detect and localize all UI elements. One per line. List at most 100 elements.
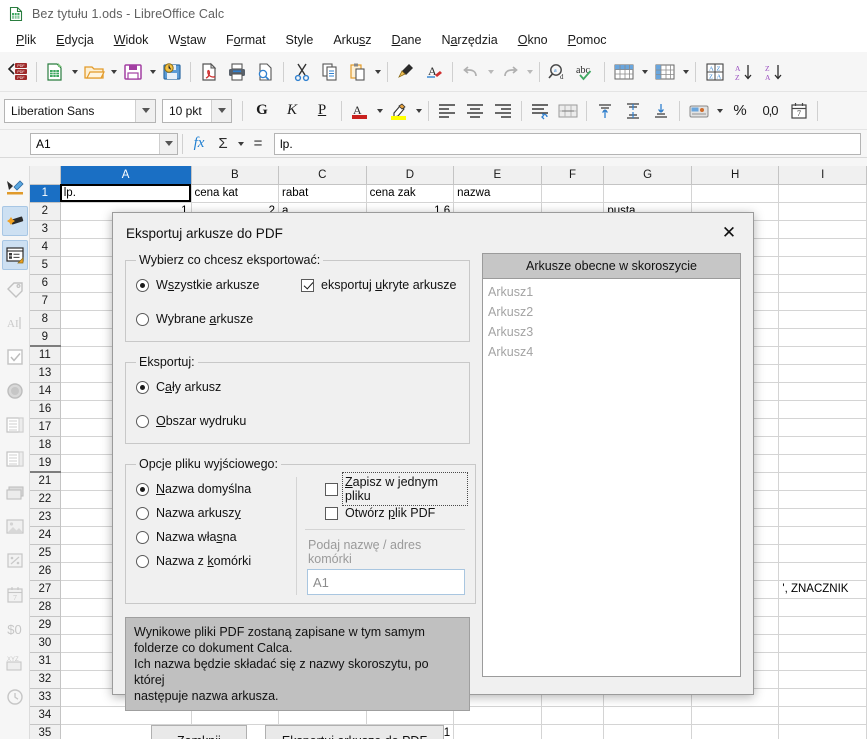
underline-button[interactable]: P: [307, 98, 337, 124]
row-header-17[interactable]: 17: [30, 418, 61, 437]
redo-dropdown[interactable]: [524, 58, 535, 86]
wrap-text-icon[interactable]: [526, 97, 554, 125]
column-header-f[interactable]: F: [541, 166, 605, 185]
cell-I17[interactable]: [778, 418, 867, 437]
row-header-26[interactable]: 26: [30, 562, 61, 581]
column-header-g[interactable]: G: [603, 166, 692, 185]
formatted-field-icon[interactable]: [2, 546, 28, 576]
font-size-dropdown-arrow[interactable]: [211, 99, 231, 122]
row-header-21[interactable]: 21: [30, 472, 61, 491]
menu-wstaw[interactable]: Wstaw: [158, 31, 216, 49]
cell-I14[interactable]: [778, 382, 867, 401]
equals-icon[interactable]: =: [246, 132, 270, 156]
column-header-b[interactable]: B: [191, 166, 280, 185]
paste-dropdown[interactable]: [372, 58, 383, 86]
column-header-h[interactable]: H: [691, 166, 780, 185]
sheet-list-item[interactable]: Arkusz3: [485, 322, 740, 342]
save-dropdown[interactable]: [147, 58, 158, 86]
image-button-icon[interactable]: [2, 512, 28, 542]
clone-formatting-icon[interactable]: [392, 58, 420, 86]
row-header-14[interactable]: 14: [30, 382, 61, 401]
checkbox-export-hidden-sheets[interactable]: eksportuj ukryte arkusze: [301, 273, 459, 297]
cell-I19[interactable]: [778, 454, 867, 473]
row-header-6[interactable]: 6: [30, 274, 61, 293]
close-icon[interactable]: ✕: [713, 219, 745, 247]
row-icon[interactable]: [609, 58, 639, 86]
column-header-c[interactable]: C: [278, 166, 367, 185]
row-header-31[interactable]: 31: [30, 652, 61, 671]
sort-icon[interactable]: A Z Z A: [700, 58, 730, 86]
date-format-icon[interactable]: 7: [785, 97, 813, 125]
cell-I2[interactable]: [778, 202, 867, 221]
select-all-corner[interactable]: [30, 166, 61, 185]
italic-button[interactable]: K: [277, 98, 307, 124]
cell-I26[interactable]: [778, 562, 867, 581]
cell-A1[interactable]: lp.: [60, 184, 192, 203]
row-header-16[interactable]: 16: [30, 400, 61, 419]
cell-I33[interactable]: [778, 688, 867, 707]
cell-I31[interactable]: [778, 652, 867, 671]
cell-I30[interactable]: [778, 634, 867, 653]
cell-I24[interactable]: [778, 526, 867, 545]
row-header-5[interactable]: 5: [30, 256, 61, 275]
column-dropdown[interactable]: [680, 58, 691, 86]
toggle-form-control-wizards-icon[interactable]: [1, 206, 28, 236]
label-field-icon[interactable]: [2, 274, 28, 304]
menu-widok[interactable]: Widok: [104, 31, 159, 49]
row-header-24[interactable]: 24: [30, 526, 61, 545]
column-header-a[interactable]: A: [60, 166, 192, 185]
font-size-combobox[interactable]: 10 pkt: [162, 98, 232, 123]
cell-E1[interactable]: nazwa: [453, 184, 542, 203]
highlight-color-icon[interactable]: [385, 97, 413, 125]
cell-I16[interactable]: [778, 400, 867, 419]
cell-I4[interactable]: [778, 238, 867, 257]
highlight-color-dropdown[interactable]: [413, 97, 424, 125]
cell-I25[interactable]: [778, 544, 867, 563]
export-as-pdf-icon[interactable]: [195, 58, 223, 86]
align-bottom-icon[interactable]: [647, 97, 675, 125]
radio-custom-name[interactable]: Nazwa własna: [136, 525, 296, 549]
row-header-25[interactable]: 25: [30, 544, 61, 563]
cell-I28[interactable]: [778, 598, 867, 617]
cell-F1[interactable]: [541, 184, 605, 203]
cell-address-input[interactable]: A1: [307, 569, 465, 595]
align-left-icon[interactable]: [433, 97, 461, 125]
align-center-icon[interactable]: [461, 97, 489, 125]
number-format-dropdown[interactable]: [714, 97, 725, 125]
open-file-dropdown[interactable]: [108, 58, 119, 86]
date-field-icon[interactable]: 7: [2, 580, 28, 610]
font-color-dropdown[interactable]: [374, 97, 385, 125]
paste-icon[interactable]: [344, 58, 372, 86]
align-right-icon[interactable]: [489, 97, 517, 125]
name-box-dropdown-arrow[interactable]: [159, 133, 177, 154]
cell-D1[interactable]: cena zak: [366, 184, 455, 203]
text-box-icon[interactable]: AI: [2, 308, 28, 338]
merge-cells-icon[interactable]: [554, 97, 582, 125]
check-box-icon[interactable]: [2, 342, 28, 372]
row-header-11[interactable]: 11: [30, 346, 61, 365]
cell-I1[interactable]: [778, 184, 867, 203]
sheet-list-header[interactable]: Arkusze obecne w skoroszycie: [482, 253, 741, 279]
print-preview-icon[interactable]: [251, 58, 279, 86]
cell-I21[interactable]: [778, 472, 867, 491]
form-properties-icon[interactable]: [1, 240, 28, 270]
row-header-8[interactable]: 8: [30, 310, 61, 329]
decimal-format-icon[interactable]: 0,0: [755, 98, 785, 124]
column-icon[interactable]: [650, 58, 680, 86]
cell-H1[interactable]: [691, 184, 780, 203]
column-header-d[interactable]: D: [366, 166, 455, 185]
cell-I32[interactable]: [778, 670, 867, 689]
cell-I9[interactable]: [778, 328, 867, 347]
font-color-icon[interactable]: A: [346, 97, 374, 125]
cell-I6[interactable]: [778, 274, 867, 293]
copy-icon[interactable]: [316, 58, 344, 86]
cell-I3[interactable]: [778, 220, 867, 239]
radio-selected-sheets[interactable]: Wybrane arkusze: [136, 307, 301, 331]
print-icon[interactable]: [223, 58, 251, 86]
row-header-32[interactable]: 32: [30, 670, 61, 689]
align-middle-icon[interactable]: [619, 97, 647, 125]
menu-pomoc[interactable]: Pomoc: [558, 31, 617, 49]
sheet-list-item[interactable]: Arkusz1: [485, 282, 740, 302]
sort-descending-icon[interactable]: Z A: [760, 58, 790, 86]
radio-print-range[interactable]: Obszar wydruku: [136, 409, 459, 433]
